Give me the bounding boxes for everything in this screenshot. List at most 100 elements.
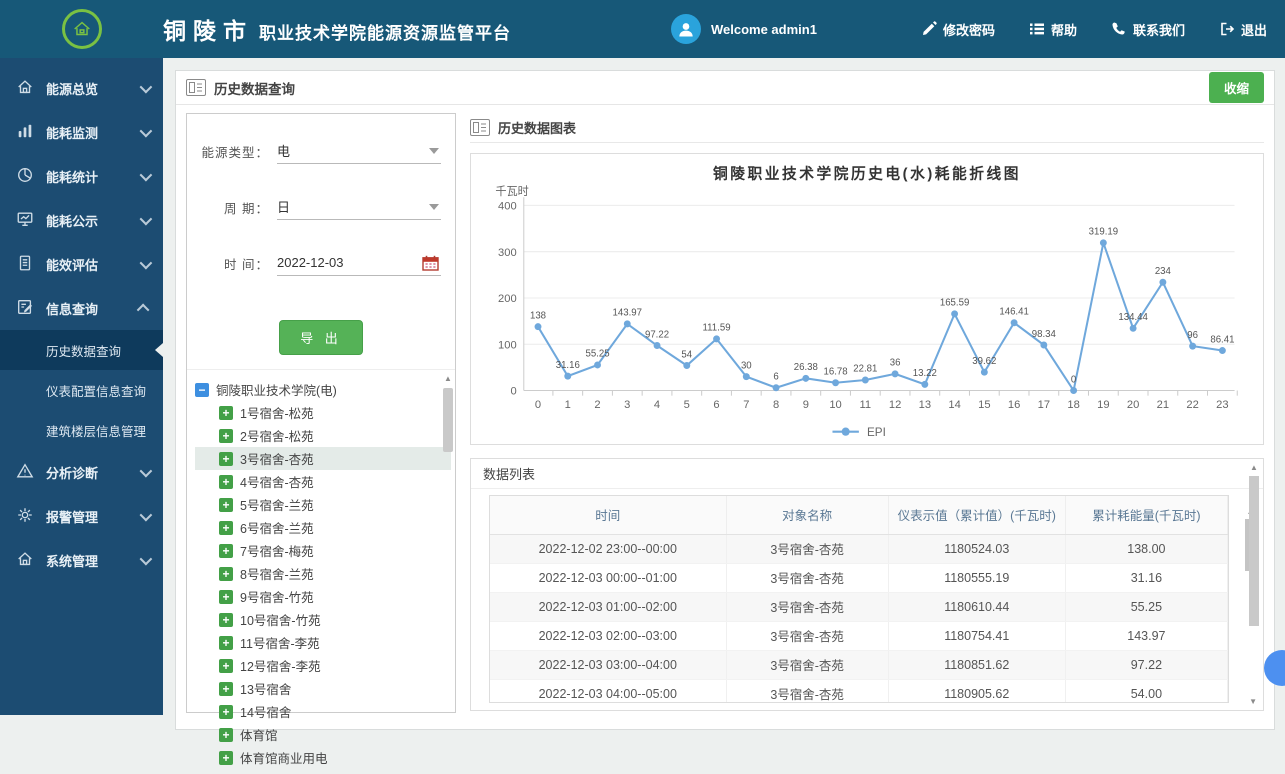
- table-row[interactable]: 2022-12-02 23:00--00:003号宿舍-杏苑1180524.03…: [490, 534, 1228, 563]
- sidebar-item-1[interactable]: 能耗监测: [0, 110, 163, 154]
- expand-node-icon[interactable]: +: [219, 521, 233, 535]
- calendar-icon[interactable]: [422, 255, 439, 271]
- table-cell: 1180851.62: [888, 650, 1065, 679]
- tree-item-10[interactable]: + 11号宿舍-李苑: [195, 631, 451, 654]
- field-value: 日: [277, 197, 429, 216]
- scroll-up-icon[interactable]: ▲: [442, 374, 454, 383]
- expand-node-icon[interactable]: +: [219, 567, 233, 581]
- chevron-up-icon: [137, 303, 150, 316]
- form-icon: [16, 298, 36, 318]
- tree-item-label: 4号宿舍-杏苑: [240, 472, 314, 491]
- tree-root[interactable]: − 铜陵职业技术学院(电): [195, 378, 451, 401]
- sidebar-item-7[interactable]: 报警管理: [0, 494, 163, 538]
- sidebar-item-0[interactable]: 能源总览: [0, 66, 163, 110]
- history-query-panel: 历史数据查询 收缩 能源类型： 电 周 期： 日 时 间： 2022-12-03…: [175, 70, 1275, 730]
- svg-text:39.62: 39.62: [972, 356, 996, 367]
- tree-item-15[interactable]: + 体育馆商业用电: [195, 746, 451, 769]
- tree-item-8[interactable]: + 9号宿舍-竹苑: [195, 585, 451, 608]
- tree-item-13[interactable]: + 14号宿舍: [195, 700, 451, 723]
- sidebar-item-5[interactable]: 信息查询: [0, 286, 163, 330]
- expand-node-icon[interactable]: +: [219, 406, 233, 420]
- tree-item-5[interactable]: + 6号宿舍-兰苑: [195, 516, 451, 539]
- svg-text:22.81: 22.81: [853, 364, 877, 375]
- sidebar-item-label: 能源总览: [46, 79, 98, 98]
- svg-text:111.59: 111.59: [703, 323, 731, 334]
- sidebar-item-4[interactable]: 能效评估: [0, 242, 163, 286]
- sidebar-subitem-1[interactable]: 仪表配置信息查询: [0, 370, 163, 410]
- panel-scrollbar[interactable]: ▲: [1248, 463, 1260, 703]
- tree-scrollbar[interactable]: ▲: [442, 374, 454, 764]
- tree-item-6[interactable]: + 7号宿舍-梅苑: [195, 539, 451, 562]
- tree-item-12[interactable]: + 13号宿舍: [195, 677, 451, 700]
- select-field-0[interactable]: 电: [277, 138, 441, 164]
- svg-text:11: 11: [860, 399, 872, 411]
- table-row[interactable]: 2022-12-03 04:00--05:003号宿舍-杏苑1180905.62…: [490, 679, 1228, 703]
- tree-item-9[interactable]: + 10号宿舍-竹苑: [195, 608, 451, 631]
- expand-node-icon[interactable]: +: [219, 590, 233, 604]
- expand-node-icon[interactable]: +: [219, 659, 233, 673]
- expand-node-icon[interactable]: +: [219, 475, 233, 489]
- tree-item-14[interactable]: + 体育馆: [195, 723, 451, 746]
- action-label: 帮助: [1051, 20, 1077, 39]
- change-password-button[interactable]: 修改密码: [921, 20, 995, 39]
- logout-button[interactable]: 退出: [1219, 20, 1267, 39]
- expand-node-icon[interactable]: +: [219, 452, 233, 466]
- svg-text:13: 13: [919, 399, 931, 411]
- expand-node-icon[interactable]: +: [219, 429, 233, 443]
- tree-item-label: 8号宿舍-兰苑: [240, 564, 314, 583]
- collapse-button[interactable]: 收缩: [1209, 72, 1264, 103]
- tree-item-1[interactable]: + 2号宿舍-松苑: [195, 424, 451, 447]
- field-value: 电: [277, 141, 429, 160]
- date-field[interactable]: 2022-12-03: [277, 250, 441, 276]
- svg-text:千瓦时: 千瓦时: [495, 185, 528, 198]
- contact-us-button[interactable]: 联系我们: [1111, 20, 1185, 39]
- sidebar-item-2[interactable]: 能耗统计: [0, 154, 163, 198]
- help-button[interactable]: 帮助: [1029, 20, 1077, 39]
- panel-icon: [470, 119, 490, 136]
- collapse-node-icon[interactable]: −: [195, 383, 209, 397]
- tree-item-0[interactable]: + 1号宿舍-松苑: [195, 401, 451, 424]
- tree-item-2[interactable]: + 3号宿舍-杏苑: [195, 447, 451, 470]
- action-label: 联系我们: [1133, 20, 1185, 39]
- sidebar-item-3[interactable]: 能耗公示: [0, 198, 163, 242]
- expand-node-icon[interactable]: +: [219, 544, 233, 558]
- svg-text:146.41: 146.41: [999, 306, 1028, 317]
- svg-text:30: 30: [741, 360, 752, 371]
- select-field-1[interactable]: 日: [277, 194, 441, 220]
- expand-node-icon[interactable]: +: [219, 728, 233, 742]
- expand-node-icon[interactable]: +: [219, 705, 233, 719]
- table-cell: 2022-12-03 02:00--03:00: [490, 621, 726, 650]
- tree-item-label: 6号宿舍-兰苑: [240, 518, 314, 537]
- tree-item-label: 13号宿舍: [240, 679, 291, 698]
- tree-item-3[interactable]: + 4号宿舍-杏苑: [195, 470, 451, 493]
- sidebar-subitem-2[interactable]: 建筑楼层信息管理: [0, 410, 163, 450]
- expand-node-icon[interactable]: +: [219, 636, 233, 650]
- expand-node-icon[interactable]: +: [219, 613, 233, 627]
- svg-text:54: 54: [681, 349, 692, 360]
- tree-item-7[interactable]: + 8号宿舍-兰苑: [195, 562, 451, 585]
- table-cell: 31.16: [1065, 563, 1227, 592]
- bars-icon: [16, 122, 36, 142]
- sidebar-item-8[interactable]: 系统管理: [0, 538, 163, 582]
- tree-item-4[interactable]: + 5号宿舍-兰苑: [195, 493, 451, 516]
- scroll-up-icon[interactable]: ▲: [1248, 463, 1260, 472]
- table-row[interactable]: 2022-12-03 01:00--02:003号宿舍-杏苑1180610.44…: [490, 592, 1228, 621]
- svg-text:200: 200: [498, 293, 517, 305]
- tree-item-label: 11号宿舍-李苑: [240, 633, 320, 652]
- tree-item-label: 3号宿舍-杏苑: [240, 449, 314, 468]
- table-row[interactable]: 2022-12-03 02:00--03:003号宿舍-杏苑1180754.41…: [490, 621, 1228, 650]
- expand-node-icon[interactable]: +: [219, 498, 233, 512]
- table-row[interactable]: 2022-12-03 00:00--01:003号宿舍-杏苑1180555.19…: [490, 563, 1228, 592]
- sidebar-item-label: 能耗监测: [46, 123, 98, 142]
- tree-item-16[interactable]: + 一食堂: [195, 769, 451, 774]
- pencil-icon: [921, 21, 937, 37]
- expand-node-icon[interactable]: +: [219, 682, 233, 696]
- expand-node-icon[interactable]: +: [219, 751, 233, 765]
- export-button[interactable]: 导 出: [279, 320, 363, 355]
- svg-text:0: 0: [535, 399, 541, 411]
- table-row[interactable]: 2022-12-03 03:00--04:003号宿舍-杏苑1180851.62…: [490, 650, 1228, 679]
- sidebar-subitem-0[interactable]: 历史数据查询: [0, 330, 163, 370]
- sidebar-item-6[interactable]: 分析诊断: [0, 450, 163, 494]
- logo-icon: [62, 9, 102, 49]
- tree-item-11[interactable]: + 12号宿舍-李苑: [195, 654, 451, 677]
